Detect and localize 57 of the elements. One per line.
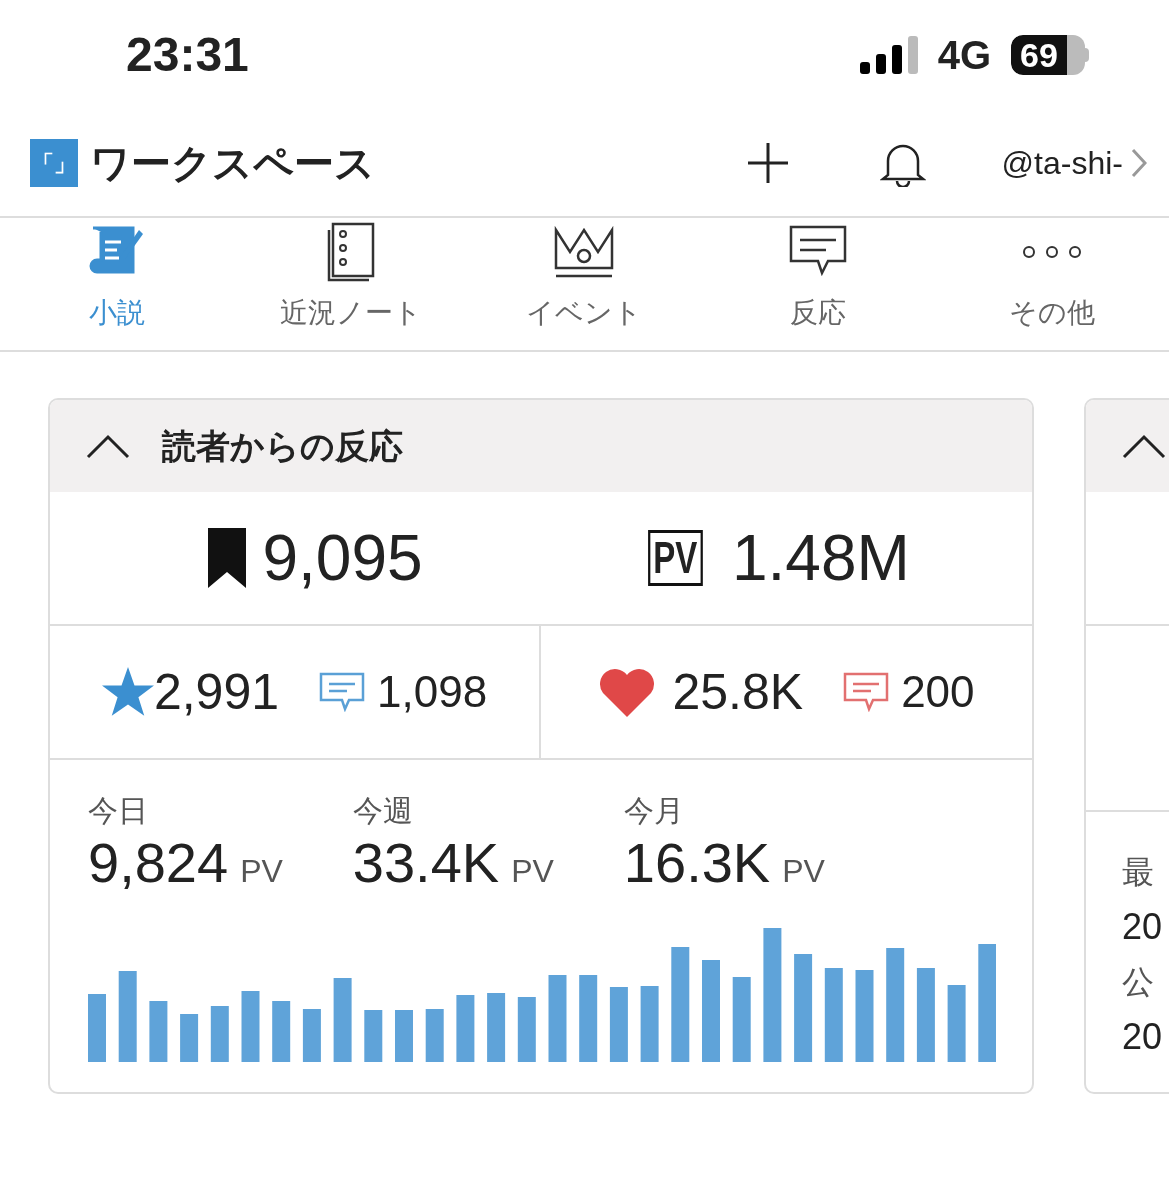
pv-bar (487, 993, 506, 1062)
heart-count: 25.8K (672, 662, 804, 722)
pv-unit: PV (782, 852, 825, 891)
period-value: 16.3K (623, 833, 771, 893)
side-card-text: 20 (1122, 1015, 1164, 1059)
review-count: 1,098 (377, 666, 488, 718)
pv-bar (456, 995, 475, 1062)
pv-bar (364, 1010, 383, 1062)
pv-bar (302, 1009, 321, 1062)
app-logo: 「」 (30, 139, 78, 187)
period-label: 今日 (88, 793, 149, 829)
nav-tab[interactable]: 近況ノート (233, 218, 468, 350)
pv-bar (180, 1014, 199, 1062)
star-count: 2,991 (153, 662, 279, 722)
pv-bar (425, 1009, 444, 1062)
period-value: 9,824 (88, 833, 229, 893)
network-label: 4G (937, 32, 991, 79)
nav-tab[interactable]: その他 (935, 218, 1169, 350)
nav-tab[interactable]: 反応 (701, 218, 936, 350)
pv-unit: PV (511, 852, 554, 891)
plus-icon (745, 141, 790, 185)
period-label: 今週 (352, 793, 414, 829)
bookmark-icon (208, 528, 247, 588)
pv-unit: PV (240, 852, 283, 891)
pv-bar (210, 1006, 229, 1062)
comment-icon (843, 672, 890, 712)
status-time: 23:31 (126, 27, 249, 83)
pv-badge: PV (648, 530, 703, 586)
chevron-up-icon[interactable] (86, 433, 130, 459)
side-card-text: 公 (1122, 963, 1155, 1002)
add-button[interactable] (745, 141, 790, 185)
pv-bar (395, 1010, 413, 1062)
chevron-right-icon (1131, 148, 1147, 178)
chevron-up-icon[interactable] (1122, 433, 1166, 459)
side-card-text: 20 (1122, 905, 1164, 949)
period-value: 33.4K (352, 833, 500, 893)
account-link[interactable]: @ta-shi- (1001, 139, 1147, 187)
pv-total: 1.48M (731, 521, 910, 596)
card-header[interactable]: 読者からの反応 (50, 400, 1032, 492)
pv-bar (149, 1001, 168, 1062)
comment-icon (319, 672, 365, 712)
bookmark-count: 9,095 (262, 521, 423, 596)
star-icon (101, 667, 154, 717)
crown-icon (553, 224, 616, 280)
pv-bar (517, 997, 536, 1062)
pv-bar (88, 994, 106, 1062)
side-card-text: 最 (1122, 853, 1155, 892)
pv-bar (241, 991, 260, 1062)
signal-icon (859, 36, 918, 74)
period-label: 今月 (623, 793, 685, 829)
battery-indicator: 69 (1011, 35, 1089, 75)
nav-tab[interactable]: 小説 (0, 218, 234, 350)
nav-tab[interactable]: イベント (467, 218, 702, 350)
page-title: ワークスペース (90, 140, 375, 187)
pv-bar (272, 1001, 291, 1062)
comment-count: 200 (901, 666, 975, 718)
heart-icon (598, 667, 657, 717)
